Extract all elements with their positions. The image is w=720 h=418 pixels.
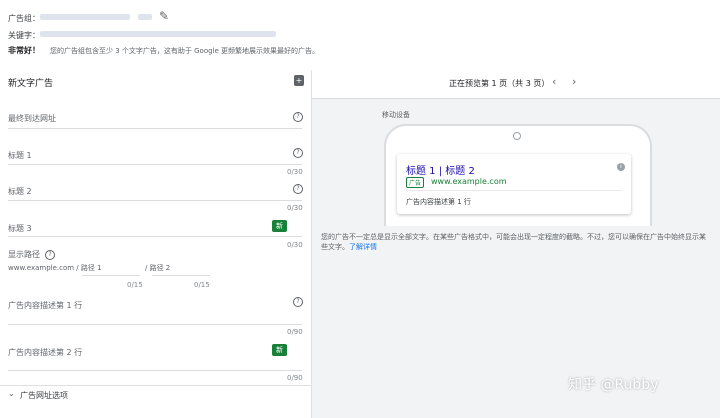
keywords-value [40,31,276,37]
ad-divider [406,190,622,191]
ad-description: 广告内容描述第 1 行 [406,198,471,206]
path2-count: 0/15 [194,281,210,289]
device-label: 移动设备 [382,111,410,119]
desc2-label: 广告内容描述第 2 行 [8,348,83,357]
path2-input[interactable] [152,275,210,276]
ad-group-header: 广告组： ✎ 关键字： 非常好！ 您的广告组包含至少 3 个文字广告，这有助于 … [0,0,720,71]
chevron-down-icon[interactable]: ⌄ [8,389,15,398]
desc1-input[interactable] [8,324,302,325]
desc2-new-badge: 新 [272,344,287,356]
headline2-input[interactable] [8,200,302,201]
display-path-label: 显示路径 [8,250,40,259]
watermark: 知乎 @Rubby [568,377,659,393]
next-page-button[interactable]: › [572,75,576,88]
ad-preview-card: 标题 1 | 标题 2 i 广告 www.example.com 广告内容描述第… [397,154,631,214]
editor-title: 新文字广告 [8,79,54,89]
final-url-help-icon[interactable]: ? [293,112,303,122]
headline1-label: 标题 1 [8,151,32,160]
desc1-label: 广告内容描述第 1 行 [8,301,83,310]
final-url-input[interactable] [8,128,302,129]
learn-more-link[interactable]: 了解详情 [349,243,377,251]
desc2-input[interactable] [8,370,302,371]
headline2-label: 标题 2 [8,187,32,196]
headline1-count: 0/30 [287,168,303,176]
headline3-label: 标题 3 [8,224,32,233]
final-url-label: 最终到达网址 [8,114,56,123]
info-icon[interactable]: i [617,163,625,171]
headline2-count: 0/30 [287,204,303,212]
tip-text: 您的广告组包含至少 3 个文字广告，这有助于 Google 更频繁地展示效果最好… [50,47,320,55]
path1-input[interactable] [82,275,140,276]
desc1-count: 0/90 [287,328,303,336]
ad-title: 标题 1 | 标题 2 [406,166,475,177]
desc2-count: 0/90 [287,374,303,382]
headline1-help-icon[interactable]: ? [293,148,303,158]
path1-count: 0/15 [127,281,143,289]
headline3-input[interactable] [8,236,302,237]
edit-pencil-icon[interactable]: ✎ [159,9,169,23]
display-path-help-icon[interactable]: ? [45,250,55,260]
ad-group-label: 广告组： [8,14,40,23]
feedback-icon[interactable]: + [294,75,304,86]
desc1-help-icon[interactable]: ? [293,297,303,307]
divider [0,385,311,386]
headline2-help-icon[interactable]: ? [293,184,303,194]
page-indicator: 正在预览第 1 页（共 3 页） [449,79,550,88]
ad-label-badge: 广告 [406,177,425,188]
ad-editor-panel: 新文字广告 + 最终到达网址 ? 标题 1 ? 0/30 标题 2 ? 0/30… [0,70,312,418]
notice-text: 您的广告不一定总是显示全部文字。在某些广告格式中，可能会出现一定程度的截略。不过… [321,233,706,251]
headline3-count: 0/30 [287,241,303,249]
headline1-input[interactable] [8,164,302,165]
prev-page-button[interactable]: ‹ [552,75,556,88]
ad-group-name [40,14,130,20]
path2-label: / 路径 2 [145,264,171,272]
keywords-label: 关键字： [8,31,40,40]
preview-notice: 您的广告不一定总是显示全部文字。在某些广告格式中，可能会出现一定程度的截略。不过… [321,232,711,252]
headline3-new-badge: 新 [272,220,287,232]
phone-camera-icon [513,132,521,140]
tip-strong: 非常好！ [8,46,40,55]
ad-url: www.example.com [431,177,507,186]
display-path-base: www.example.com / 路径 1 [8,264,102,272]
url-options-toggle[interactable]: 广告网址选项 [20,390,68,401]
preview-panel: 正在预览第 1 页（共 3 页） ‹ › 移动设备 您的广告不一定总是显示全部文… [312,70,720,418]
ad-group-name-extra [138,14,152,20]
